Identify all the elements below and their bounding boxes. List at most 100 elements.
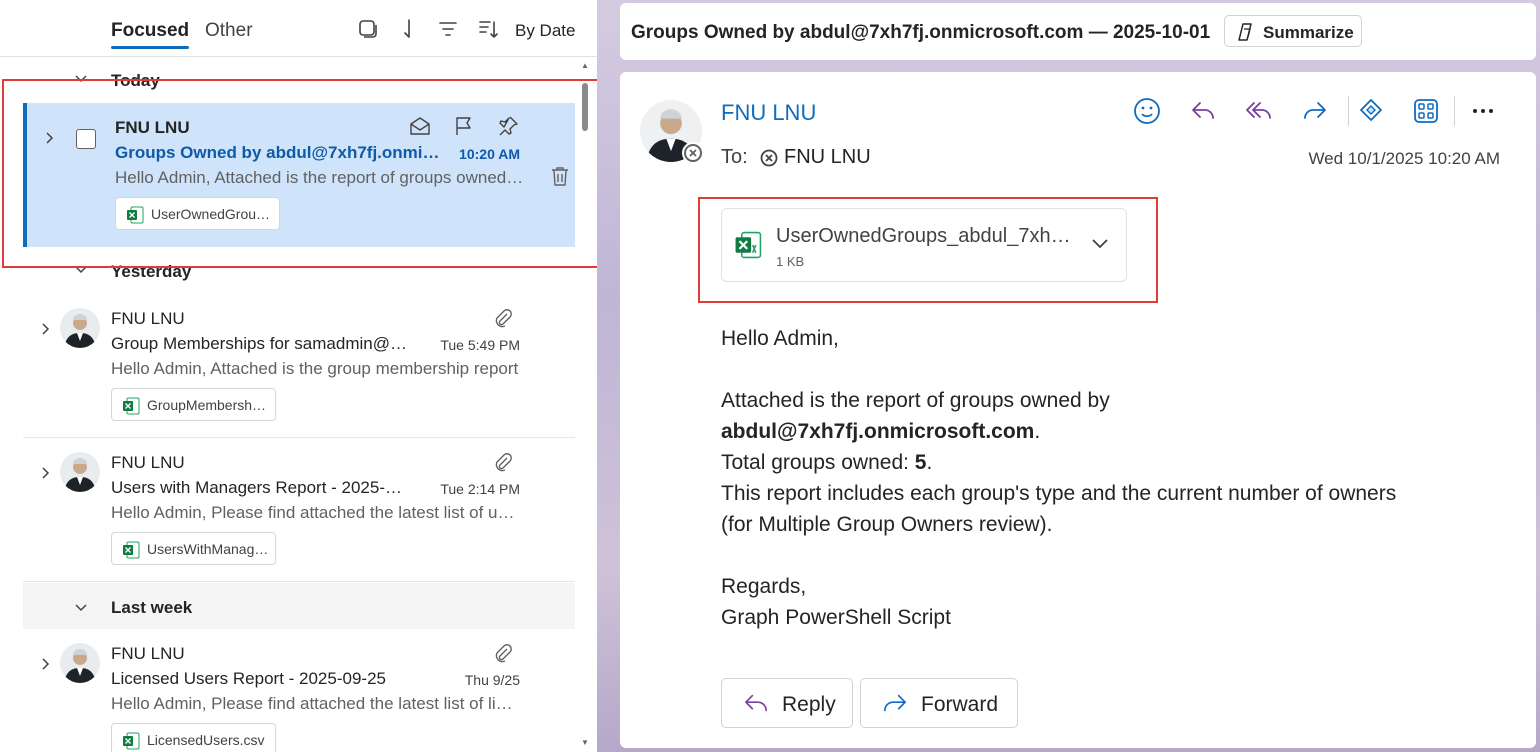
avatar — [60, 308, 100, 348]
scroll-up-arrow-icon[interactable]: ▲ — [581, 61, 589, 70]
reply-all-icon[interactable] — [1244, 96, 1274, 126]
attachment-name: LicensedUsers.csv — [147, 732, 265, 748]
attachment-name: UserOwnedGroups_abdul_7xh7fj.csv — [151, 206, 273, 222]
chevron-down-icon — [75, 262, 87, 276]
subject-bar: Groups Owned by abdul@7xh7fj.onmicrosoft… — [620, 3, 1536, 60]
filter-icon[interactable] — [437, 18, 459, 40]
conversation-subject: Groups Owned by abdul@7xh7fj.onmicrosoft… — [631, 22, 1211, 43]
copilot-icon — [1235, 21, 1257, 43]
body-line: Attached is the report of groups owned b… — [721, 389, 1110, 412]
reply-icon[interactable] — [1188, 96, 1218, 126]
attachment-icon — [493, 308, 513, 328]
message-sender: FNU LNU — [115, 118, 190, 137]
reply-label: Reply — [782, 693, 836, 716]
apps-icon[interactable] — [1411, 96, 1441, 126]
chevron-down-icon — [75, 600, 87, 614]
scroll-down-arrow-icon[interactable]: ▼ — [581, 738, 589, 747]
message-body: Hello Admin, Attached is the report of g… — [721, 323, 1521, 633]
group-label: Yesterday — [111, 262, 192, 281]
message-subject: Group Memberships for samadmin@7xh7fj.on… — [111, 334, 411, 353]
sender-name[interactable]: FNU LNU — [721, 100, 816, 126]
copilot-loop-icon[interactable] — [1356, 96, 1386, 126]
message-preview: Hello Admin, Attached is the report of g… — [115, 168, 525, 187]
message-item[interactable]: FNU LNU Users with Managers Report - 202… — [23, 438, 575, 582]
message-subject: Licensed Users Report - 2025-09-25 — [111, 669, 386, 688]
attachment-icon — [493, 452, 513, 472]
body-line: This report includes each group's type a… — [721, 482, 1397, 505]
message-time: Tue 2:14 PM — [440, 481, 520, 497]
attachment-card[interactable]: UserOwnedGroups_abdul_7xh7fj.csv 1 KB — [721, 208, 1127, 282]
scroll-thumb[interactable] — [582, 83, 588, 131]
to-label: To: — [721, 146, 748, 168]
chevron-down-icon[interactable] — [1090, 237, 1110, 251]
body-signature: Graph PowerShell Script — [721, 606, 951, 629]
tab-focused[interactable]: Focused — [111, 20, 190, 49]
attachment-chip[interactable]: UsersWithManagers.csv — [111, 532, 276, 565]
message-preview: Hello Admin, Please find attached the la… — [111, 503, 521, 522]
excel-file-icon — [122, 397, 140, 415]
body-line: (for Multiple Group Owners review). — [721, 513, 1053, 536]
select-mode-icon[interactable] — [357, 18, 379, 40]
sort-by-date-button[interactable]: By Date — [515, 21, 575, 41]
tab-other[interactable]: Other — [205, 20, 253, 42]
toolbar-divider — [1454, 96, 1455, 126]
chevron-right-icon[interactable] — [40, 657, 52, 671]
body-total-line: Total groups owned: 5. — [721, 451, 933, 474]
message-date: Wed 10/1/2025 10:20 AM — [1308, 149, 1500, 168]
message-preview: Hello Admin, Please find attached the la… — [111, 694, 521, 713]
message-list-pane: Focused Other By Date Today FNU LNU Grou… — [0, 0, 601, 752]
attachment-name: UsersWithManagers.csv — [147, 541, 269, 557]
forward-button[interactable]: Forward — [860, 678, 1018, 728]
forward-label: Forward — [921, 693, 999, 716]
attachment-chip[interactable]: GroupMemberships.csv — [111, 388, 276, 421]
mark-read-icon[interactable] — [409, 115, 431, 137]
jump-to-icon[interactable] — [397, 18, 419, 40]
flag-icon[interactable] — [453, 115, 475, 137]
attachment-chip[interactable]: UserOwnedGroups_abdul_7xh7fj.csv — [115, 197, 280, 230]
attachment-name: UserOwnedGroups_abdul_7xh7fj.csv — [776, 225, 1076, 247]
avatar — [60, 452, 100, 492]
message-subject: Groups Owned by abdul@7xh7fj.onmicrosoft… — [115, 143, 443, 162]
chevron-down-icon — [75, 71, 87, 85]
chevron-right-icon[interactable] — [40, 466, 52, 480]
message-subject: Users with Managers Report - 2025-09-30 — [111, 478, 411, 497]
summarize-button[interactable]: Summarize — [1224, 15, 1362, 47]
message-sender: FNU LNU — [111, 644, 185, 663]
chevron-right-icon[interactable] — [44, 131, 56, 145]
body-closing: Regards, — [721, 575, 807, 598]
message-item[interactable]: FNU LNU Licensed Users Report - 2025-09-… — [23, 629, 575, 752]
message-item-selected[interactable]: FNU LNU Groups Owned by abdul@7xh7fj.onm… — [23, 103, 575, 247]
excel-file-icon — [126, 206, 144, 224]
message-time: Tue 5:49 PM — [440, 337, 520, 353]
avatar — [60, 643, 100, 683]
total-value: 5 — [914, 451, 927, 474]
excel-file-icon — [734, 231, 762, 259]
emoji-reaction-icon[interactable] — [1132, 96, 1162, 126]
message-item[interactable]: FNU LNU Group Memberships for samadmin@7… — [23, 294, 575, 438]
reading-pane: FNU LNU To: FNU LNU Wed 10/1/2025 10:20 … — [620, 72, 1536, 748]
recipient-presence-icon — [759, 148, 779, 168]
forward-icon[interactable] — [1300, 96, 1330, 126]
chevron-right-icon[interactable] — [40, 322, 52, 336]
message-time: Thu 9/25 — [464, 672, 520, 688]
pin-icon[interactable] — [497, 115, 519, 137]
attachment-name: GroupMemberships.csv — [147, 397, 269, 413]
recipient-name[interactable]: FNU LNU — [784, 146, 871, 169]
message-sender: FNU LNU — [111, 309, 185, 328]
owner-email: abdul@7xh7fj.onmicrosoft.com — [721, 420, 1035, 443]
delete-icon[interactable] — [550, 165, 570, 187]
message-preview: Hello Admin, Attached is the group membe… — [111, 359, 519, 378]
sort-icon[interactable] — [477, 18, 499, 40]
attachment-size: 1 KB — [776, 254, 805, 269]
list-header: Focused Other By Date — [0, 0, 597, 57]
presence-offline-icon — [682, 142, 704, 164]
body-owner-line: abdul@7xh7fj.onmicrosoft.com. — [721, 420, 1041, 443]
list-scrollbar[interactable]: ▲ ▼ — [579, 57, 593, 752]
attachment-chip[interactable]: LicensedUsers.csv — [111, 723, 276, 752]
group-header-last-week[interactable]: Last week — [23, 583, 575, 629]
excel-file-icon — [122, 541, 140, 559]
select-checkbox[interactable] — [76, 129, 96, 149]
reply-button[interactable]: Reply — [721, 678, 853, 728]
more-actions-icon[interactable] — [1468, 96, 1498, 126]
attachment-icon — [493, 643, 513, 663]
